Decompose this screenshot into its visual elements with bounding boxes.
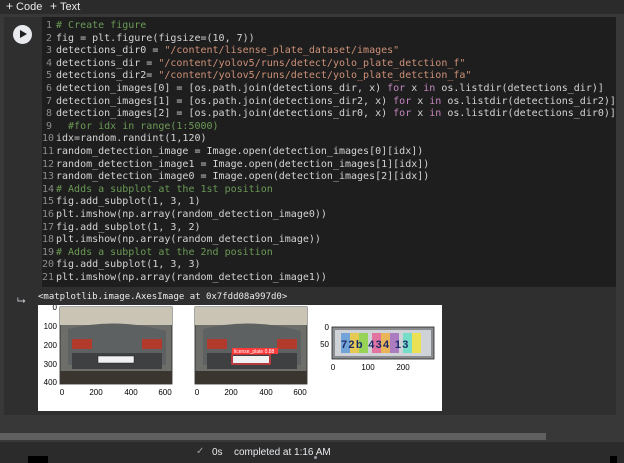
code-token: fig.add_subplot(1, 3, 3): [56, 259, 201, 271]
code-token: detection_images[1] = [os.path.join(dete…: [56, 95, 394, 107]
code-token: detections_dir0 =: [56, 45, 165, 57]
status-dot-icon: [314, 456, 317, 459]
horizontal-scrollbar[interactable]: [0, 433, 546, 440]
code-token: "/content/yolov5/runs/detect/yolo_plate_…: [158, 70, 472, 82]
code-token: detection_images[0] = [os.path.join(dete…: [56, 83, 388, 94]
code-token: detections_dir2=: [56, 70, 159, 82]
x-tick: 400: [124, 388, 138, 397]
code-token: # Adds a subplot at the 2nd position: [56, 246, 273, 258]
code-cell[interactable]: 1 # Create figure 2 fig = plt.figure(figsiz…: [4, 17, 616, 415]
subplot-3: 72b 434 13 0 50 0 100 200: [320, 323, 435, 372]
resize-handle[interactable]: [610, 456, 617, 463]
y-tick: 200: [44, 341, 58, 350]
add-text-button[interactable]: + Text: [50, 0, 80, 13]
code-token: for: [393, 108, 412, 120]
plus-icon: +: [50, 0, 58, 13]
check-icon: ✓: [196, 446, 205, 457]
y-tick: 0: [53, 305, 58, 312]
y-tick: 300: [44, 360, 58, 369]
x-tick: 200: [224, 388, 238, 397]
code-token: # Adds a subplot at the 1st position: [56, 183, 273, 195]
output-text: <matplotlib.image.AxesImage at 0x7fdd08a…: [38, 292, 288, 302]
run-cell-button[interactable]: [13, 25, 32, 44]
status-indicator: [28, 456, 48, 463]
x-tick: 100: [361, 363, 375, 372]
code-editor[interactable]: 1 # Create figure 2 fig = plt.figure(figsiz…: [42, 17, 616, 287]
code-token: x: [405, 83, 424, 94]
code-token: #: [56, 20, 69, 31]
x-tick: 200: [396, 363, 410, 372]
line-number: 21: [42, 272, 55, 283]
code-token: fig.add_subplot(1, 3, 2): [56, 221, 201, 233]
add-code-button[interactable]: + Code: [6, 0, 42, 13]
status-elapsed: 0s: [212, 447, 223, 458]
plate-characters: 72b 434 13: [341, 339, 410, 351]
code-token: os.listdir(detections_dir)]: [435, 83, 604, 94]
code-token: detection_images[2] = [os.path.join(dete…: [56, 108, 394, 120]
code-token: fig.add_subplot(1, 3, 1): [56, 196, 201, 208]
x-tick: 0: [60, 388, 65, 397]
y-tick: 50: [320, 340, 329, 349]
code-token: in: [429, 108, 442, 120]
toolbar: + Code + Text: [0, 0, 624, 14]
code-token: for: [387, 83, 406, 94]
code-token: random_detection_image0 = Image.open(det…: [56, 171, 430, 183]
code-token: random_detection_image = Image.open(dete…: [56, 146, 424, 157]
code-token: os.listdir(detections_dir0)]: [441, 108, 616, 120]
y-tick: 0: [325, 323, 330, 332]
code-token: in: [423, 83, 436, 94]
code-token: plt.imshow(np.array(random_detection_ima…: [56, 234, 321, 246]
cell-output: ⮡ <matplotlib.image.AxesImage at 0x7fdd0…: [4, 287, 616, 415]
code-token: #for idx in range(1:5000): [56, 120, 219, 132]
code-token: x: [411, 108, 430, 120]
y-tick: 400: [44, 378, 58, 387]
x-tick: 0: [195, 388, 200, 397]
code-token: idx=random.randint(1,120): [56, 133, 207, 145]
code-token: "/content/yolov5/runs/detect/yolo_plate_…: [158, 57, 466, 69]
x-tick: 200: [89, 388, 103, 397]
code-token: fig = plt.figure(figsize=(10, 7)): [56, 32, 255, 44]
subplot-2: license_plate 0.88 0 200 400 600: [194, 306, 308, 397]
code-token: plt.imshow(np.array(random_detection_ima…: [56, 272, 327, 283]
x-tick: 600: [158, 388, 172, 397]
y-tick: 100: [44, 322, 58, 331]
code-token: for: [393, 95, 412, 107]
code-token: detections_dir =: [56, 57, 159, 69]
detection-label: license_plate 0.88: [234, 349, 275, 355]
code-token: random_detection_image1 = Image.open(det…: [56, 158, 430, 170]
subplot-1: 0 100 200 300 400 0 200 400 600: [44, 303, 173, 397]
code-token: "/content/lisense_plate_dataset/images": [164, 45, 400, 57]
figure-svg: 0 100 200 300 400 0 200 400 600 license_…: [44, 303, 435, 397]
code-token: os.listdir(detections_dir2)]: [441, 95, 616, 107]
code-line[interactable]: 21 plt.imshow(np.array(random_detection_i…: [42, 270, 327, 286]
x-tick: 0: [331, 363, 336, 372]
code-token: x: [411, 95, 430, 107]
x-tick: 400: [259, 388, 273, 397]
x-tick: 600: [293, 388, 307, 397]
code-token: in: [429, 95, 442, 107]
code-token: Create figure: [68, 20, 147, 31]
output-menu-icon[interactable]: ⮡: [17, 295, 26, 308]
output-figure: 0 100 200 300 400 0 200 400 600 license_…: [38, 303, 442, 411]
code-token: plt.imshow(np.array(random_detection_ima…: [56, 209, 327, 220]
plus-icon: +: [6, 0, 14, 13]
status-bar: ✓ 0s completed at 1:16 AM: [0, 442, 624, 463]
